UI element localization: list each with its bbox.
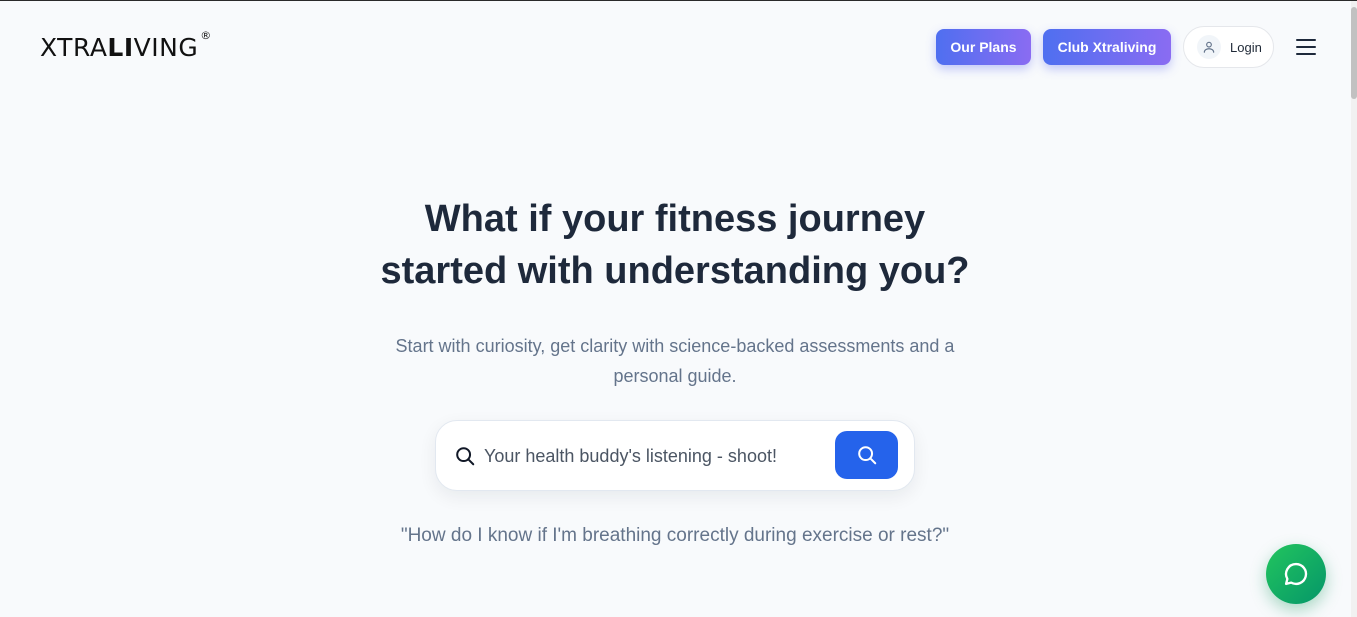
headline-line-2: started with understanding you? xyxy=(380,250,970,292)
hero-headline: What if your fitness journey started wit… xyxy=(0,193,1350,297)
login-label: Login xyxy=(1230,39,1262,55)
hamburger-menu-icon[interactable] xyxy=(1296,39,1316,55)
search-input[interactable] xyxy=(484,439,824,473)
search-bar xyxy=(435,420,915,491)
menu-line xyxy=(1296,46,1316,48)
brand-logo[interactable]: XTRA LI VING ® xyxy=(40,29,212,62)
search-icon xyxy=(857,446,876,465)
subtext-line-1: Start with curiosity, get clarity with s… xyxy=(395,336,955,356)
page-scrollbar[interactable] xyxy=(1351,1,1357,617)
login-button[interactable]: Login xyxy=(1183,26,1274,68)
menu-line xyxy=(1296,39,1316,41)
logo-text-light: XTRA xyxy=(40,33,108,62)
chat-button[interactable] xyxy=(1266,544,1326,604)
search-icon xyxy=(454,445,476,472)
site-header: XTRA LI VING ® Our Plans Club Xtraliving Lo… xyxy=(0,1,1357,91)
club-xtraliving-button[interactable]: Club Xtraliving xyxy=(1043,29,1171,65)
registered-mark: ® xyxy=(200,29,212,42)
hero-subtext: Start with curiosity, get clarity with s… xyxy=(0,331,1350,391)
search-submit-button[interactable] xyxy=(835,431,898,479)
chat-bubble-icon xyxy=(1284,562,1308,586)
subtext-line-2: personal guide. xyxy=(613,366,737,386)
logo-text-bold: LI xyxy=(107,33,134,62)
our-plans-button[interactable]: Our Plans xyxy=(936,29,1031,65)
example-question[interactable]: "How do I know if I'm breathing correctl… xyxy=(0,525,1350,547)
logo-text-rest: VING xyxy=(133,33,199,62)
scrollbar-thumb[interactable] xyxy=(1351,7,1357,99)
headline-line-1: What if your fitness journey xyxy=(424,198,926,240)
menu-line xyxy=(1296,53,1316,55)
user-icon xyxy=(1197,35,1221,59)
